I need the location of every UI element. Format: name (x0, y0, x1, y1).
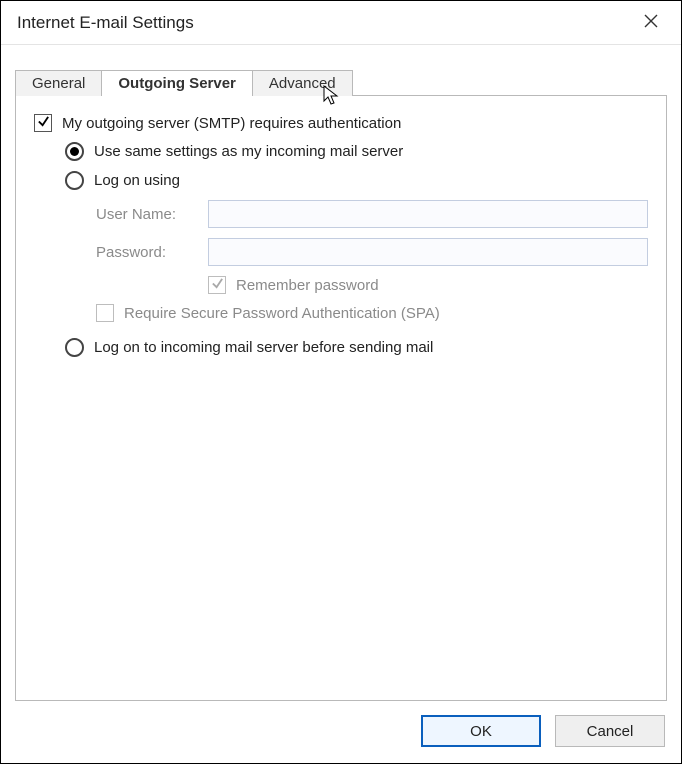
checkbox-requires-auth[interactable] (34, 114, 52, 132)
dialog-title: Internet E-mail Settings (17, 13, 631, 33)
cancel-button-label: Cancel (587, 723, 634, 740)
radio-log-on-incoming[interactable] (65, 338, 84, 357)
cancel-button[interactable]: Cancel (555, 715, 665, 747)
label-log-on-using: Log on using (94, 172, 180, 189)
radio-use-same-settings[interactable] (65, 142, 84, 161)
row-log-on-incoming: Log on to incoming mail server before se… (65, 338, 648, 357)
input-password[interactable] (208, 238, 648, 266)
row-log-on-using: Log on using (65, 171, 648, 190)
checkmark-icon (211, 277, 224, 294)
label-requires-auth: My outgoing server (SMTP) requires authe… (62, 115, 401, 132)
close-button[interactable] (631, 7, 671, 39)
close-icon (644, 14, 658, 32)
checkbox-require-spa[interactable] (96, 304, 114, 322)
label-password: Password: (96, 244, 208, 261)
label-username: User Name: (96, 206, 208, 223)
row-use-same: Use same settings as my incoming mail se… (65, 142, 648, 161)
checkmark-icon (37, 115, 50, 132)
row-require-spa: Require Secure Password Authentication (… (96, 304, 648, 322)
tabstrip: General Outgoing Server Advanced (15, 63, 667, 95)
input-username[interactable] (208, 200, 648, 228)
tab-outgoing-server[interactable]: Outgoing Server (101, 70, 253, 96)
label-remember-password: Remember password (236, 277, 379, 294)
tab-advanced[interactable]: Advanced (252, 70, 353, 96)
ok-button[interactable]: OK (421, 715, 541, 747)
label-require-spa: Require Secure Password Authentication (… (124, 305, 440, 322)
dialog-footer: OK Cancel (1, 701, 681, 763)
tab-general[interactable]: General (15, 70, 102, 96)
row-requires-auth: My outgoing server (SMTP) requires authe… (34, 114, 648, 132)
radio-log-on-using[interactable] (65, 171, 84, 190)
radio-selected-icon (70, 147, 79, 156)
label-log-on-incoming: Log on to incoming mail server before se… (94, 339, 433, 356)
checkbox-remember-password[interactable] (208, 276, 226, 294)
ok-button-label: OK (470, 723, 492, 740)
row-remember-password: Remember password (208, 276, 648, 294)
row-password: Password: (96, 238, 648, 266)
label-use-same: Use same settings as my incoming mail se… (94, 143, 403, 160)
titlebar: Internet E-mail Settings (1, 1, 681, 45)
email-settings-dialog: Internet E-mail Settings General Outgoin… (0, 0, 682, 764)
row-username: User Name: (96, 200, 648, 228)
tab-panel-outgoing: My outgoing server (SMTP) requires authe… (15, 95, 667, 701)
